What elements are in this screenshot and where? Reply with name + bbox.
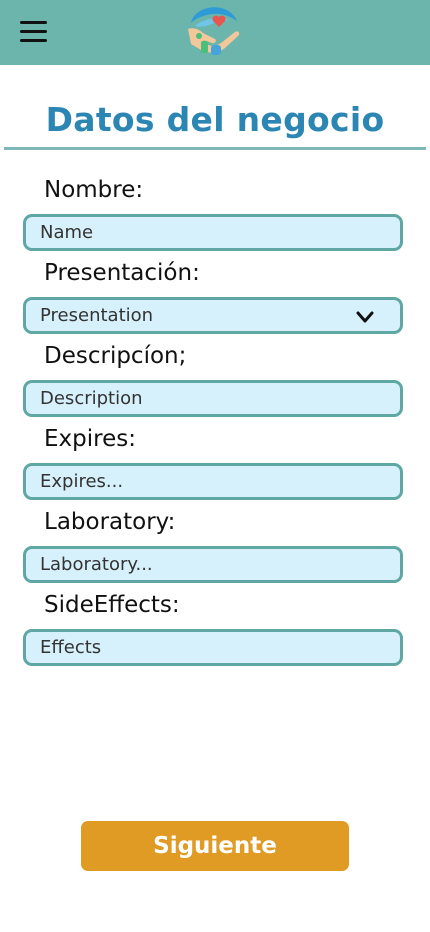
expires-label: Expires: — [44, 426, 136, 452]
side-effects-input[interactable] — [23, 629, 403, 666]
presentation-select[interactable]: Presentation — [23, 297, 403, 334]
description-input[interactable] — [23, 380, 403, 417]
top-app-bar — [0, 0, 430, 65]
hamburger-menu-icon[interactable] — [20, 19, 48, 45]
side-effects-label: SideEffects: — [44, 592, 180, 618]
page-title: Datos del negocio — [45, 100, 385, 139]
name-label: Nombre: — [44, 177, 144, 203]
presentation-select-value: Presentation — [40, 305, 154, 326]
title-divider — [4, 147, 426, 150]
description-label: Descripcíon; — [44, 343, 187, 369]
laboratory-input[interactable] — [23, 546, 403, 583]
expires-input[interactable] — [23, 463, 403, 500]
next-button[interactable]: Siguiente — [81, 821, 349, 871]
hands-heart-medicine-logo — [188, 7, 240, 55]
presentation-label: Presentación: — [44, 260, 200, 286]
chevron-down-icon — [356, 311, 374, 323]
name-input[interactable] — [23, 214, 403, 251]
laboratory-label: Laboratory: — [44, 509, 176, 535]
